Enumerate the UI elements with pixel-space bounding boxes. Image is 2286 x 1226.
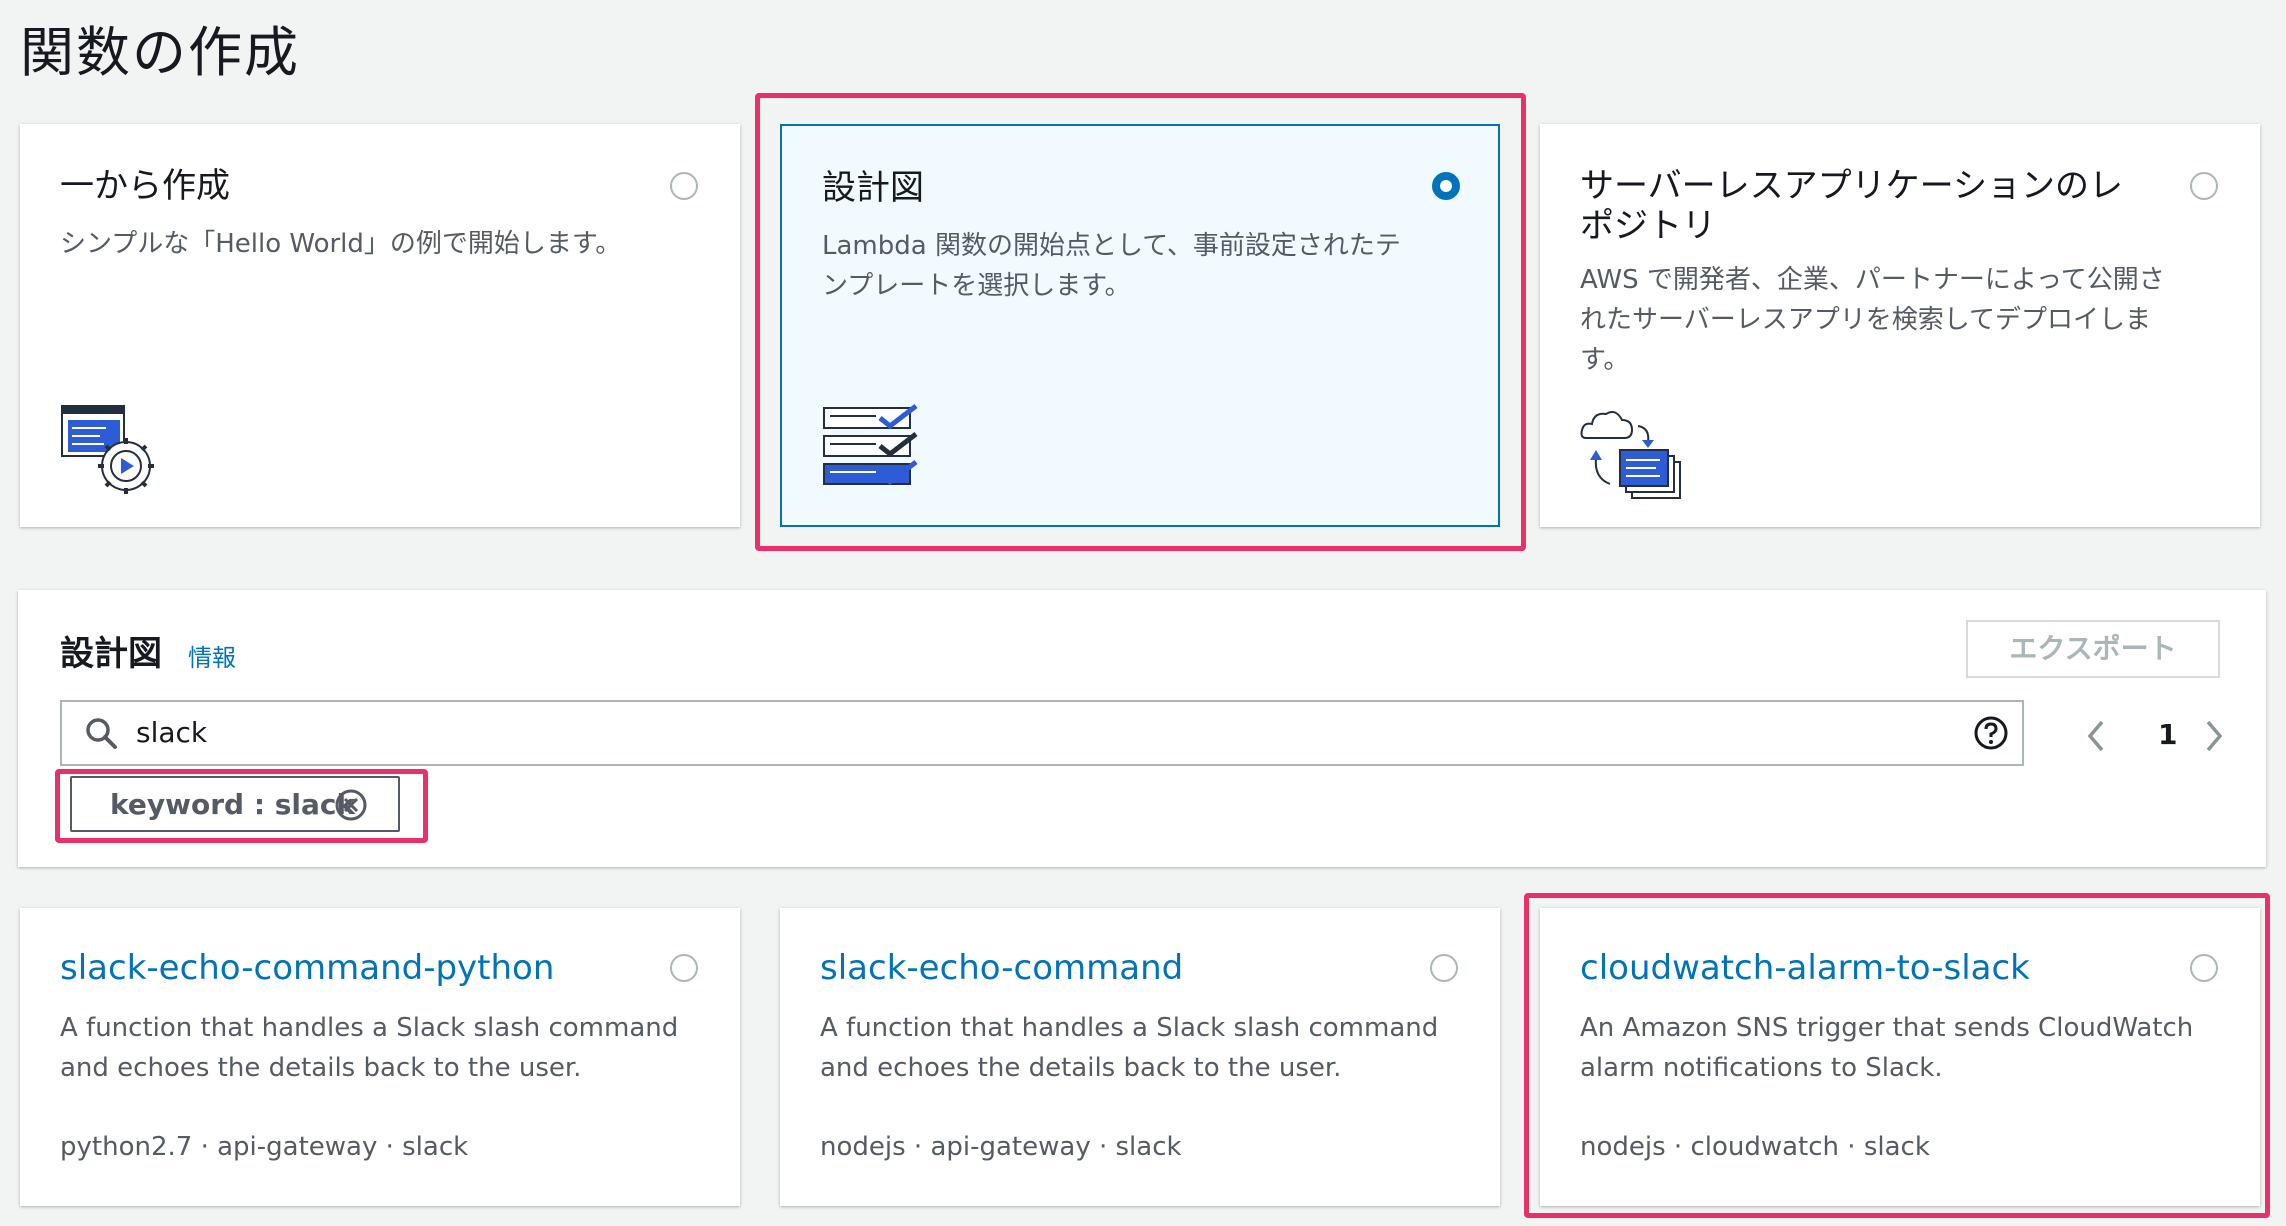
option-author-from-scratch[interactable]: 一から作成 シンプルな「Hello World」の例で開始します。 — [20, 124, 740, 527]
page-title: 関数の作成 — [20, 21, 300, 84]
help-icon[interactable] — [1974, 716, 2008, 750]
serverless-app-repo-icon — [1580, 411, 1681, 499]
option-radio[interactable] — [2190, 172, 2218, 200]
author-from-scratch-icon — [61, 405, 154, 494]
blueprint-name[interactable]: slack-echo-command-python — [60, 948, 554, 988]
page-number[interactable]: 1 — [2158, 718, 2177, 751]
search-icon — [86, 718, 117, 749]
option-title: 一から作成 — [60, 166, 230, 206]
option-description: シンプルな「Hello World」の例で開始します。 — [60, 229, 622, 259]
blueprint-card[interactable]: slack-echo-command A function that handl… — [780, 908, 1500, 1206]
blueprint-tags: nodejs · api-gateway · slack — [820, 1132, 1182, 1162]
info-link[interactable]: 情報 — [188, 638, 236, 673]
highlight-frame-blueprints — [755, 93, 1526, 551]
blueprint-radio[interactable] — [1430, 954, 1458, 982]
search-value: slack — [136, 716, 208, 749]
blueprint-name[interactable]: slack-echo-command — [820, 948, 1183, 988]
option-radio[interactable] — [670, 172, 698, 200]
chevron-left-icon[interactable] — [2084, 718, 2108, 754]
blueprint-description: A function that handles a Slack slash co… — [60, 1013, 679, 1083]
chevron-right-icon[interactable] — [2202, 718, 2226, 754]
blueprint-radio[interactable] — [670, 954, 698, 982]
highlight-frame-filter-token — [55, 769, 428, 843]
panel-title: 設計図 — [60, 634, 162, 674]
blueprint-tags: python2.7 · api-gateway · slack — [60, 1132, 469, 1162]
option-title: サーバーレスアプリケーションのレ ポジトリ — [1580, 166, 2123, 246]
option-serverless-app-repository[interactable]: サーバーレスアプリケーションのレ ポジトリ AWS で開発者、企業、パートナーに… — [1540, 124, 2260, 527]
search-input[interactable]: slack — [60, 700, 2024, 766]
blueprint-description: A function that handles a Slack slash co… — [820, 1013, 1439, 1083]
blueprint-card[interactable]: slack-echo-command-python A function tha… — [20, 908, 740, 1206]
highlight-frame-cloudwatch-blueprint — [1524, 893, 2270, 1218]
export-button[interactable]: エクスポート — [1966, 620, 2220, 678]
option-description: AWS で開発者、企業、パートナーによって公開さ れたサーバーレスアプリを検索し… — [1580, 265, 2165, 375]
